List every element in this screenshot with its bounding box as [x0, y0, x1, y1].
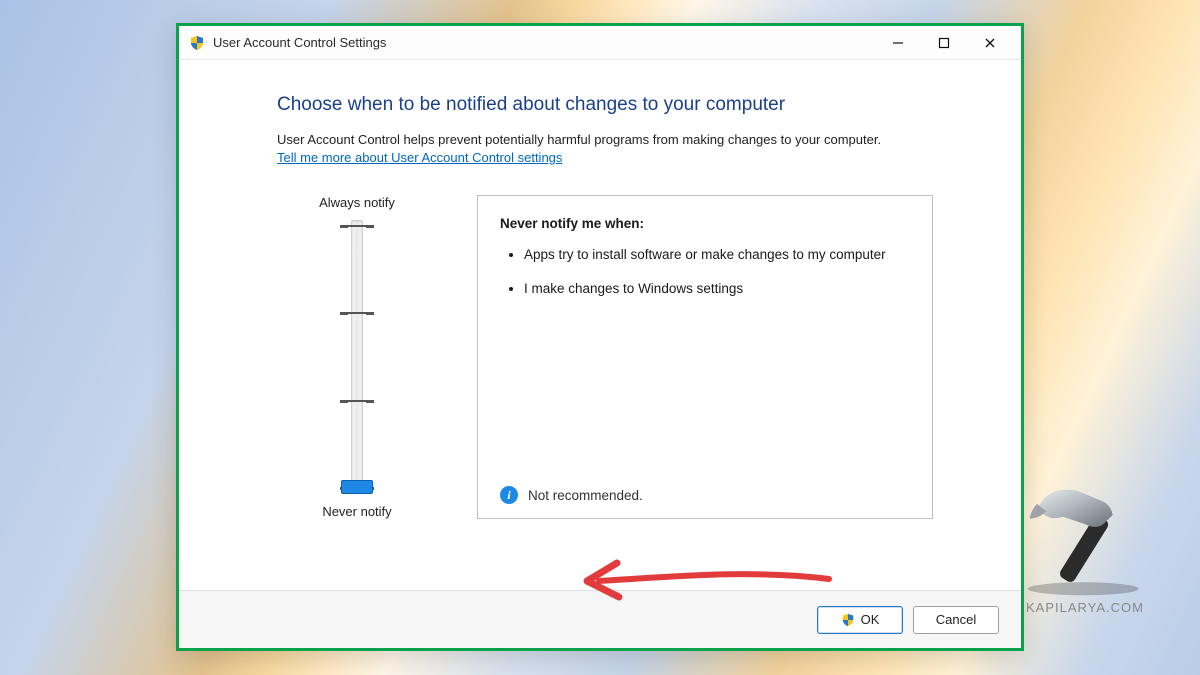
hammer-icon: [1010, 478, 1160, 598]
window-controls: [875, 28, 1013, 58]
dialog-footer: OK Cancel: [179, 590, 1021, 648]
info-icon: i: [500, 486, 518, 504]
slider-label-bottom: Never notify: [277, 504, 437, 519]
watermark-text: KAPILARYA.COM: [1010, 600, 1160, 615]
slider-column: Always notify Never notify: [277, 195, 437, 519]
slider-track: [351, 220, 363, 492]
shield-icon: [841, 613, 855, 627]
slider-label-top: Always notify: [277, 195, 437, 210]
info-list-item: I make changes to Windows settings: [524, 279, 910, 299]
info-footer: i Not recommended.: [500, 476, 910, 504]
title-bar[interactable]: User Account Control Settings: [179, 26, 1021, 60]
slider-tick: [340, 225, 374, 227]
cancel-button[interactable]: Cancel: [913, 606, 999, 634]
info-footer-text: Not recommended.: [528, 488, 643, 503]
window-title: User Account Control Settings: [213, 35, 875, 50]
maximize-button[interactable]: [921, 28, 967, 58]
minimize-button[interactable]: [875, 28, 921, 58]
slider-thumb[interactable]: [341, 480, 373, 494]
page-description: User Account Control helps prevent poten…: [277, 132, 933, 147]
page-heading: Choose when to be notified about changes…: [277, 94, 933, 116]
cancel-button-label: Cancel: [936, 612, 976, 627]
slider-tick: [340, 312, 374, 314]
notification-slider[interactable]: [337, 220, 377, 492]
info-list: Apps try to install software or make cha…: [500, 245, 910, 312]
info-list-item: Apps try to install software or make cha…: [524, 245, 910, 265]
ok-button[interactable]: OK: [817, 606, 903, 634]
info-panel: Never notify me when: Apps try to instal…: [477, 195, 933, 519]
body-row: Always notify Never notify Never notify …: [277, 195, 933, 519]
slider-tick: [340, 400, 374, 402]
close-button[interactable]: [967, 28, 1013, 58]
info-title: Never notify me when:: [500, 216, 910, 231]
uac-settings-window: User Account Control Settings Choose whe…: [176, 23, 1024, 651]
learn-more-link[interactable]: Tell me more about User Account Control …: [277, 150, 562, 165]
shield-icon: [189, 35, 205, 51]
ok-button-label: OK: [861, 612, 880, 627]
watermark: KAPILARYA.COM: [1010, 478, 1160, 615]
content-area: Choose when to be notified about changes…: [179, 60, 1021, 590]
